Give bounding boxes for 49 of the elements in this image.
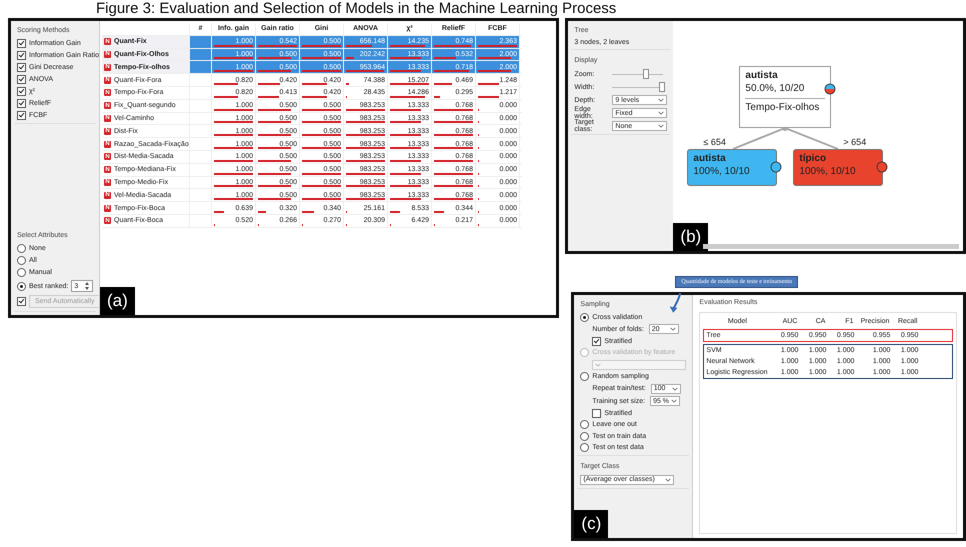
tree-edge bbox=[785, 127, 839, 150]
circle-icon bbox=[876, 161, 888, 173]
checkbox[interactable] bbox=[17, 111, 26, 120]
scrollbar[interactable] bbox=[703, 244, 959, 249]
radio-button[interactable] bbox=[580, 443, 590, 452]
checkbox[interactable] bbox=[592, 336, 602, 346]
checkbox[interactable] bbox=[17, 39, 26, 48]
radio-button[interactable] bbox=[17, 282, 26, 290]
checkbox[interactable] bbox=[17, 87, 26, 96]
chevron-down-icon bbox=[671, 399, 678, 403]
edge-label: ≤ 654 bbox=[703, 137, 726, 147]
slider-handle[interactable] bbox=[642, 69, 649, 79]
radio-button[interactable] bbox=[580, 372, 590, 381]
node-split: Tempo-Fix-olhos bbox=[745, 98, 826, 113]
node-class: típico bbox=[799, 153, 828, 164]
panel-label: (c) bbox=[574, 510, 608, 538]
chevron-down-icon bbox=[658, 111, 664, 115]
arrow-icon bbox=[669, 291, 684, 315]
node-stats: 100%, 10/10 bbox=[799, 166, 857, 177]
checkbox[interactable] bbox=[17, 99, 26, 108]
spin-arrows-icon bbox=[84, 281, 90, 291]
panel-label: (b) bbox=[673, 223, 708, 251]
chevron-down-icon bbox=[595, 362, 602, 366]
node-stats: 100%, 10/10 bbox=[693, 166, 751, 177]
slider-handle[interactable] bbox=[658, 82, 665, 92]
checkbox[interactable] bbox=[17, 75, 26, 84]
radio-button[interactable] bbox=[17, 256, 26, 265]
node-class: autista bbox=[745, 70, 779, 81]
chevron-down-icon bbox=[672, 386, 678, 390]
chevron-down-icon bbox=[658, 98, 664, 102]
checkbox[interactable] bbox=[17, 51, 26, 60]
radio-button[interactable] bbox=[580, 432, 590, 440]
figure-caption: Figure 3: Evaluation and Selection of Models in the Machine Learning Process bbox=[95, 0, 618, 18]
chevron-down-icon bbox=[670, 327, 676, 331]
node-stats: 50.0%, 10/20 bbox=[745, 83, 806, 94]
chevron-down-icon bbox=[665, 478, 672, 482]
radio-button[interactable] bbox=[17, 244, 26, 253]
circle-icon bbox=[770, 161, 782, 173]
chevron-down-icon bbox=[658, 124, 664, 128]
checkbox[interactable] bbox=[17, 63, 26, 72]
checkbox[interactable] bbox=[592, 408, 602, 418]
pie-icon bbox=[824, 83, 836, 95]
checkbox[interactable] bbox=[17, 297, 26, 306]
radio-button[interactable] bbox=[580, 420, 590, 429]
node-class: autista bbox=[693, 153, 727, 164]
panel-label: (a) bbox=[100, 287, 135, 315]
radio-button[interactable] bbox=[17, 268, 26, 277]
edge-label: > 654 bbox=[843, 137, 866, 147]
radio-button[interactable] bbox=[580, 312, 590, 322]
